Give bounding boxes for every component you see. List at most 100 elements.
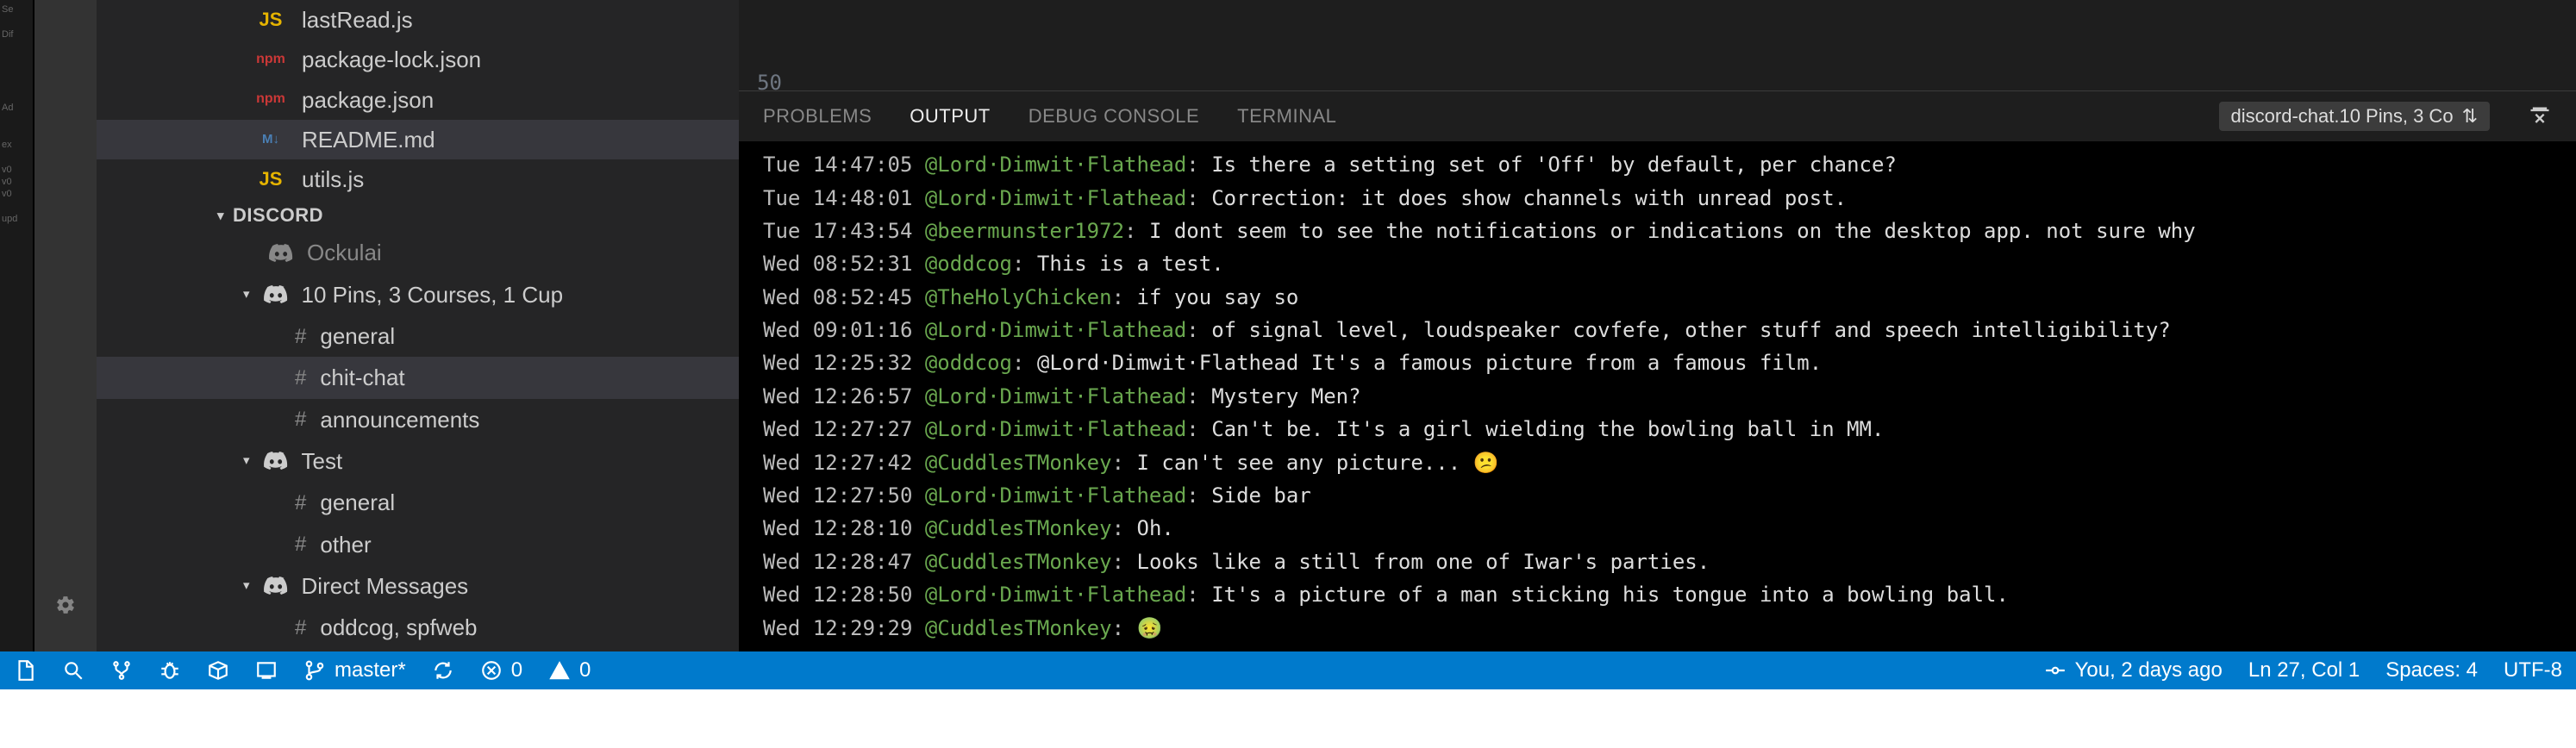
status-preview-icon[interactable]	[255, 659, 278, 682]
status-errors[interactable]: 0	[480, 658, 522, 683]
section-discord[interactable]: ▾ DISCORD	[97, 199, 739, 232]
status-warnings[interactable]: 0	[548, 658, 591, 683]
server-name: Ockulai	[307, 235, 382, 270]
hash-icon: #	[295, 528, 306, 560]
output-message: Wed 08:52:45 @TheHolyChicken: if you say…	[763, 281, 2552, 314]
file-name: lastRead.js	[302, 3, 413, 37]
page-background	[0, 689, 2576, 748]
line-number: 50	[739, 67, 808, 90]
output-message: Tue 14:47:05 @Lord·Dimwit·Flathead: Is t…	[763, 148, 2552, 181]
discord-server-row[interactable]: Ockulai	[97, 232, 739, 273]
output-message: Wed 12:28:50 @Lord·Dimwit·Flathead: It's…	[763, 578, 2552, 611]
activity-bar	[34, 0, 97, 651]
discord-channel-row[interactable]: # other	[97, 524, 739, 565]
file-icon: JS	[252, 165, 290, 194]
status-spaces[interactable]: Spaces: 4	[2385, 658, 2478, 683]
warning-icon	[548, 659, 571, 682]
discord-channel-row[interactable]: # general	[97, 315, 739, 357]
chevron-down-icon: ▾	[243, 284, 250, 304]
output-channel-selector[interactable]: discord-chat.10 Pins, 3 Co ⇅	[2219, 102, 2490, 131]
status-git-blame[interactable]: You, 2 days ago	[2044, 658, 2223, 683]
output-message: Wed 12:27:50 @Lord·Dimwit·Flathead: Side…	[763, 479, 2552, 512]
discord-server-row[interactable]: ▾ 10 Pins, 3 Courses, 1 Cup	[97, 274, 739, 315]
status-fork-icon[interactable]	[110, 659, 133, 682]
warning-count: 0	[579, 658, 591, 683]
file-name: package-lock.json	[302, 42, 481, 77]
tab-problems[interactable]: PROBLEMS	[763, 100, 872, 133]
channel-name: general	[320, 319, 395, 353]
output-message: Tue 17:43:54 @beermunster1972: I dont se…	[763, 215, 2552, 247]
status-encoding[interactable]: UTF-8	[2504, 658, 2562, 683]
status-file-icon[interactable]	[14, 659, 36, 682]
output-message: Wed 12:28:47 @CuddlesTMonkey: Looks like…	[763, 545, 2552, 578]
hash-icon: #	[295, 403, 306, 435]
file-icon: M↓	[252, 129, 290, 149]
git-branch-icon	[303, 659, 326, 682]
output-message: Wed 12:28:10 @CuddlesTMonkey: Oh.	[763, 512, 2552, 545]
panel-tabs: PROBLEMS OUTPUT DEBUG CONSOLE TERMINAL d…	[739, 91, 2576, 141]
discord-icon	[264, 452, 288, 471]
clear-output-icon[interactable]	[2528, 104, 2552, 128]
output-message: Wed 12:29:29 @CuddlesTMonkey: 🤢	[763, 612, 2552, 645]
bottom-panel: PROBLEMS OUTPUT DEBUG CONSOLE TERMINAL d…	[739, 90, 2576, 651]
file-row[interactable]: JS utils.js	[97, 159, 739, 199]
file-row[interactable]: M↓ README.md	[97, 120, 739, 159]
section-label: DISCORD	[233, 204, 323, 227]
file-name: utils.js	[302, 162, 364, 196]
settings-gear-icon[interactable]	[50, 589, 81, 620]
hash-icon: #	[295, 321, 306, 352]
output-panel[interactable]: Tue 14:47:05 @Lord·Dimwit·Flathead: Is t…	[739, 141, 2576, 651]
file-row[interactable]: JS lastRead.js	[97, 0, 739, 40]
status-bar: master* 0 0 You, 2 days ago Ln 27, Col 1…	[0, 651, 2576, 689]
blame-text: You, 2 days ago	[2075, 658, 2223, 683]
output-message: Tue 14:48:01 @Lord·Dimwit·Flathead: Corr…	[763, 182, 2552, 215]
file-name: package.json	[302, 83, 434, 117]
chevron-down-icon: ▾	[243, 576, 250, 595]
sync-icon	[432, 659, 454, 682]
channel-name: other	[320, 527, 371, 562]
discord-channel-row[interactable]: #oddcog, spfweb	[97, 607, 739, 648]
hash-icon: #	[295, 612, 306, 644]
editor-area: 50 51 Post icon from made by <a href="ht…	[739, 0, 2576, 651]
file-row[interactable]: npm package-lock.json	[97, 40, 739, 79]
discord-channel-row[interactable]: # announcements	[97, 399, 739, 440]
server-name: Direct Messages	[302, 569, 469, 603]
status-search-icon[interactable]	[62, 659, 84, 682]
status-cursor[interactable]: Ln 27, Col 1	[2248, 658, 2360, 683]
output-message: Wed 12:25:32 @oddcog: @Lord·Dimwit·Flath…	[763, 346, 2552, 379]
server-name: Test	[302, 444, 343, 478]
file-icon: npm	[252, 49, 290, 71]
server-name: 10 Pins, 3 Courses, 1 Cup	[302, 277, 564, 312]
discord-server-row[interactable]: ▾ Test	[97, 440, 739, 482]
status-package-icon[interactable]	[207, 659, 229, 682]
output-message: Wed 12:27:42 @CuddlesTMonkey: I can't se…	[763, 446, 2552, 479]
chevron-updown-icon: ⇅	[2462, 105, 2478, 128]
chevron-down-icon: ▾	[243, 451, 250, 471]
status-branch[interactable]: master*	[303, 658, 406, 683]
chevron-down-icon: ▾	[217, 208, 224, 223]
output-message: Wed 12:27:27 @Lord·Dimwit·Flathead: Can'…	[763, 413, 2552, 446]
channel-name: general	[320, 485, 395, 520]
file-icon: JS	[252, 5, 290, 34]
file-row[interactable]: npm package.json	[97, 80, 739, 120]
channel-name: announcements	[320, 402, 479, 437]
tab-terminal[interactable]: TERMINAL	[1237, 100, 1336, 133]
commit-icon	[2044, 659, 2066, 682]
code-editor[interactable]: 50 51 Post icon from made by <a href="ht…	[739, 0, 2576, 90]
file-icon: npm	[252, 89, 290, 110]
file-name: README.md	[302, 122, 435, 157]
discord-server-row[interactable]: ▾ Direct Messages	[97, 565, 739, 607]
status-sync[interactable]	[432, 659, 454, 682]
discord-icon	[269, 244, 293, 263]
status-bug-icon[interactable]	[159, 659, 181, 682]
output-message: Wed 12:26:57 @Lord·Dimwit·Flathead: Myst…	[763, 380, 2552, 413]
discord-icon	[264, 285, 288, 304]
output-message: Wed 09:01:16 @Lord·Dimwit·Flathead: of s…	[763, 314, 2552, 346]
sidebar: JS lastRead.js npm package-lock.json npmpack…	[97, 0, 739, 651]
output-channel-label: discord-chat.10 Pins, 3 Co	[2231, 105, 2454, 128]
error-icon	[480, 659, 503, 682]
discord-channel-row[interactable]: #general	[97, 482, 739, 523]
discord-channel-row[interactable]: #chit-chat	[97, 357, 739, 398]
tab-debug-console[interactable]: DEBUG CONSOLE	[1029, 100, 1199, 133]
tab-output[interactable]: OUTPUT	[910, 100, 990, 133]
